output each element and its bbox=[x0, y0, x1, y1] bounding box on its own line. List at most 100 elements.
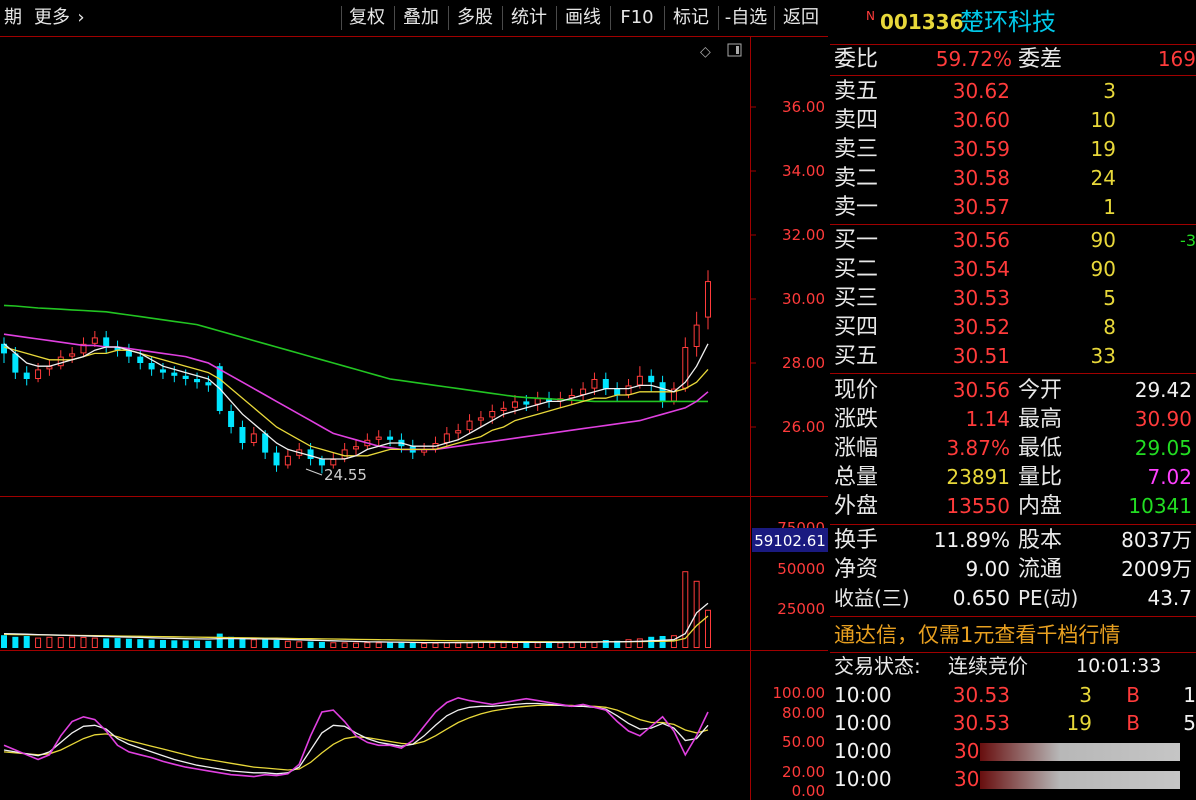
volume-bar bbox=[46, 636, 53, 648]
ask-row-1[interactable]: 卖一 30.57 1 bbox=[830, 193, 1196, 222]
candle bbox=[364, 433, 371, 450]
trade-status-row: 交易状态: 连续竞价 10:01:33 bbox=[830, 652, 1196, 681]
watchlist-button[interactable]: -自选 bbox=[720, 5, 772, 31]
candle-body bbox=[705, 281, 711, 318]
ma-line-green bbox=[3, 304, 708, 403]
volume-bar bbox=[693, 580, 700, 648]
volume-bar bbox=[1, 635, 7, 648]
candle bbox=[23, 366, 30, 386]
divider bbox=[830, 224, 1196, 225]
ask-volume: 19 bbox=[1090, 137, 1116, 161]
candle bbox=[228, 404, 235, 434]
volume-bar bbox=[137, 639, 144, 648]
diamond-icon[interactable]: ◇ bbox=[700, 44, 711, 60]
bid-volume: 8 bbox=[1103, 315, 1116, 339]
price-tick-label: 30.00 bbox=[782, 290, 825, 308]
candle-body bbox=[46, 366, 53, 370]
price-tick-label: 26.00 bbox=[782, 418, 825, 436]
bid-row-5[interactable]: 买五 30.51 33 bbox=[830, 342, 1196, 371]
tick-time: 10:00 bbox=[834, 683, 892, 707]
candle bbox=[455, 423, 462, 440]
quote-label: 最高 bbox=[1018, 407, 1063, 432]
volume-bar bbox=[148, 639, 155, 648]
quote-label: 量比 bbox=[1018, 465, 1063, 490]
volume-bar bbox=[409, 642, 416, 648]
fund-label: 流通 bbox=[1018, 557, 1063, 582]
candle-body bbox=[534, 398, 541, 405]
bid-volume: 5 bbox=[1103, 286, 1116, 310]
quote-row: 涨幅 3.87% 最低 29.05 bbox=[830, 434, 1196, 463]
bid-price: 30.52 bbox=[952, 315, 1010, 339]
price-tick-label: 32.00 bbox=[782, 226, 825, 244]
quote-row: 外盘 13550 内盘 10341 bbox=[830, 492, 1196, 521]
candle-body bbox=[194, 379, 201, 383]
volume-bar bbox=[12, 636, 19, 648]
quote-label: 涨跌 bbox=[834, 407, 879, 432]
bid-row-3[interactable]: 买三 30.53 5 bbox=[830, 284, 1196, 313]
overlay-button[interactable]: 叠加 bbox=[396, 5, 446, 31]
stock-name[interactable]: 楚环科技 bbox=[960, 6, 1056, 38]
volume-bar bbox=[216, 633, 223, 648]
volume-bar bbox=[250, 639, 257, 649]
open-price: 29.42 bbox=[1134, 378, 1192, 402]
bid-row-2[interactable]: 买二 30.54 90 bbox=[830, 255, 1196, 284]
ask-row-3[interactable]: 卖三 30.59 19 bbox=[830, 135, 1196, 164]
candle bbox=[534, 391, 541, 411]
divider bbox=[830, 616, 1196, 617]
candle bbox=[568, 388, 575, 405]
pe-ratio: 43.7 bbox=[1147, 586, 1192, 610]
candle-body bbox=[591, 379, 598, 389]
back-button[interactable]: 返回 bbox=[776, 5, 826, 31]
divider bbox=[830, 373, 1196, 374]
candle bbox=[80, 337, 87, 357]
tick-volume: 3 bbox=[1079, 683, 1092, 707]
candle-body bbox=[250, 433, 257, 443]
stock-code[interactable]: 001336 bbox=[880, 6, 964, 38]
quote-label: 现价 bbox=[834, 378, 879, 403]
more-button[interactable]: 更多 bbox=[32, 5, 72, 31]
window-toggle-icon[interactable] bbox=[727, 43, 742, 57]
volume-bar bbox=[546, 642, 553, 648]
promo-banner[interactable]: 通达信，仅需1元查看千档行情 bbox=[830, 619, 1196, 651]
price-tick-label: 28.00 bbox=[782, 354, 825, 372]
draw-line-button[interactable]: 画线 bbox=[558, 5, 608, 31]
price-tick-label: 36.00 bbox=[782, 98, 825, 116]
volume-bar bbox=[421, 643, 428, 648]
fuquan-button[interactable]: 复权 bbox=[342, 5, 392, 31]
ask-row-4[interactable]: 卖四 30.60 10 bbox=[830, 106, 1196, 135]
chevron-right-icon[interactable]: › bbox=[74, 5, 88, 31]
ask-label: 卖四 bbox=[834, 108, 879, 133]
candle-body bbox=[500, 407, 507, 411]
candle bbox=[614, 382, 621, 402]
fund-label: 换手 bbox=[834, 528, 879, 553]
multi-stock-button[interactable]: 多股 bbox=[450, 5, 500, 31]
ask-row-2[interactable]: 卖二 30.58 24 bbox=[830, 164, 1196, 193]
fund-label: 净资 bbox=[834, 557, 879, 582]
bid-row-1[interactable]: 买一 30.56 90 -3 bbox=[830, 226, 1196, 255]
kline-chart[interactable]: 36.00 34.00 32.00 30.00 28.00 26.00 ◇ 24… bbox=[0, 36, 828, 800]
f10-button[interactable]: F10 bbox=[612, 5, 662, 31]
candle bbox=[103, 331, 110, 354]
ask-row-5[interactable]: 卖五 30.62 3 bbox=[830, 77, 1196, 106]
volume-bar bbox=[636, 638, 643, 649]
candle-body bbox=[91, 337, 98, 344]
kdj-axis: 100.00 80.00 50.00 20.00 0.00 bbox=[773, 684, 826, 800]
volume-bar bbox=[125, 638, 132, 648]
tick-price: 30 bbox=[954, 767, 980, 791]
promo-text[interactable]: 通达信，仅需1元查看千档行情 bbox=[834, 619, 1120, 651]
ask-volume: 10 bbox=[1090, 108, 1116, 132]
total-volume: 23891 bbox=[946, 465, 1010, 489]
candle-body bbox=[171, 372, 178, 376]
low-price-arrow bbox=[305, 468, 323, 476]
bid-row-4[interactable]: 买四 30.52 8 bbox=[830, 313, 1196, 342]
mark-button[interactable]: 标记 bbox=[666, 5, 716, 31]
volume-bar bbox=[35, 637, 42, 648]
outer-volume: 13550 bbox=[946, 494, 1010, 518]
ask-volume: 3 bbox=[1103, 79, 1116, 103]
statistics-button[interactable]: 统计 bbox=[504, 5, 554, 31]
candle-body bbox=[602, 379, 609, 389]
candle bbox=[546, 391, 553, 408]
candle-body bbox=[387, 436, 394, 440]
volume-bar bbox=[432, 642, 439, 648]
period-button[interactable]: 期 bbox=[0, 5, 26, 31]
